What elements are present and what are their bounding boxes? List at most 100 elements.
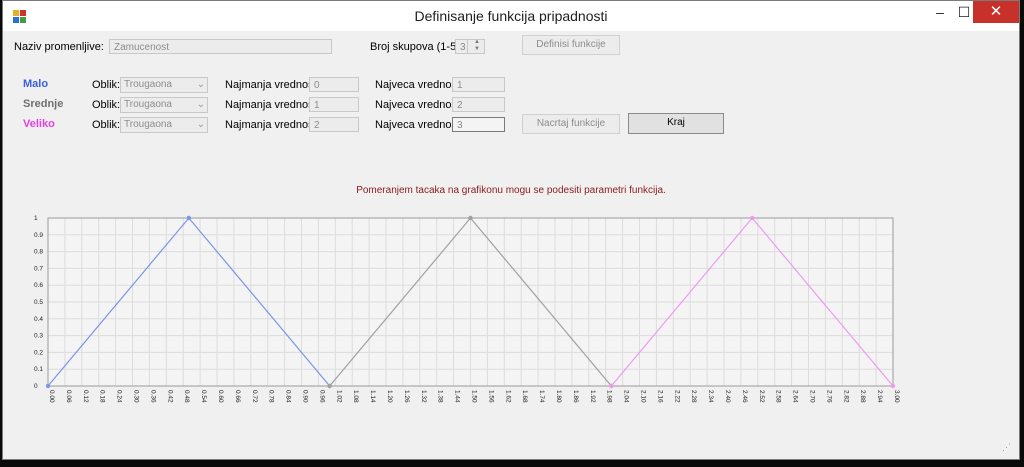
y-tick-label: 0.9 <box>34 232 43 239</box>
y-tick-label: 0.3 <box>34 333 43 340</box>
define-functions-button[interactable]: Definisi funkcije <box>522 35 620 55</box>
x-tick-label: 0.42 <box>166 390 173 403</box>
max-value-label: Najveca vrednost: <box>375 79 464 91</box>
data-point-veliko[interactable] <box>749 215 755 221</box>
max-value-label: Najveca vrednost: <box>375 99 464 111</box>
x-tick-label: 0.84 <box>285 390 292 403</box>
y-tick-label: 0.5 <box>34 299 43 306</box>
chevron-down-icon: ⌄ <box>196 79 205 90</box>
max-value-input-malo[interactable]: 1 <box>452 77 505 92</box>
x-tick-label: 0.96 <box>318 390 325 403</box>
min-value-input-srednje[interactable]: 1 <box>309 97 359 112</box>
y-tick-label: 0 <box>34 383 38 390</box>
x-tick-label: 1.32 <box>420 390 427 403</box>
max-value-input-veliko[interactable]: 3 <box>452 117 505 132</box>
x-tick-label: 0.06 <box>65 390 72 403</box>
x-tick-label: 2.34 <box>707 390 714 403</box>
x-tick-label: 1.98 <box>606 390 613 403</box>
close-button[interactable]: ✕ <box>973 1 1019 23</box>
x-tick-label: 0.66 <box>234 390 241 403</box>
data-point-veliko[interactable] <box>890 383 896 389</box>
set-count-label: Broj skupova (1-5): <box>370 41 463 53</box>
y-tick-label: 0.6 <box>34 282 43 289</box>
x-tick-label: 1.62 <box>504 390 511 403</box>
main-window: Definisanje funkcija pripadnosti – ☐ ✕ N… <box>2 0 1020 460</box>
x-tick-label: 2.22 <box>673 390 680 403</box>
draw-functions-button[interactable]: Nacrtaj funkcije <box>522 114 620 134</box>
x-tick-label: 0.30 <box>133 390 140 403</box>
x-tick-label: 2.94 <box>876 390 883 403</box>
x-tick-label: 1.08 <box>352 390 359 403</box>
x-tick-label: 0.12 <box>82 390 89 403</box>
y-tick-label: 0.1 <box>34 366 43 373</box>
set-name-malo: Malo <box>23 78 49 90</box>
data-point-srednje[interactable] <box>468 215 473 221</box>
end-button[interactable]: Kraj <box>628 113 724 134</box>
set-name-veliko: Veliko <box>23 118 55 130</box>
x-tick-label: 1.86 <box>572 390 579 403</box>
x-tick-label: 1.56 <box>487 390 494 403</box>
hint-text: Pomeranjem tacaka na grafikonu mogu se p… <box>356 185 666 196</box>
y-tick-label: 1 <box>34 215 38 222</box>
chevron-down-icon: ⌄ <box>196 99 205 110</box>
max-value-input-srednje[interactable]: 2 <box>452 97 505 112</box>
window-title: Definisanje funkcija pripadnosti <box>414 8 608 24</box>
x-tick-label: 0.72 <box>251 390 258 403</box>
x-tick-label: 1.50 <box>471 390 478 403</box>
x-tick-label: 2.58 <box>775 390 782 403</box>
min-value-label: Najmanja vrednost: <box>225 119 320 131</box>
set-count-spin-buttons[interactable]: ▲ ▼ <box>467 39 486 54</box>
x-tick-label: 1.80 <box>555 390 562 403</box>
shape-select-srednje[interactable]: Trougaona ⌄ <box>120 97 208 113</box>
x-tick-label: 2.40 <box>724 390 731 403</box>
x-tick-label: 2.88 <box>859 390 866 403</box>
x-tick-label: 0.78 <box>268 390 275 403</box>
variable-name-input[interactable]: Zamucenost <box>109 39 332 54</box>
resize-grip-icon[interactable]: ⋰ <box>1002 442 1011 453</box>
x-tick-label: 2.16 <box>656 390 663 403</box>
min-value-input-veliko[interactable]: 2 <box>309 117 359 132</box>
data-point-srednje[interactable] <box>327 383 332 389</box>
x-tick-label: 0.00 <box>48 390 55 403</box>
variable-name-label: Naziv promenljive: <box>14 41 104 53</box>
x-tick-label: 1.26 <box>403 390 410 403</box>
x-tick-label: 2.52 <box>758 390 765 403</box>
x-tick-label: 1.14 <box>369 390 376 403</box>
x-tick-label: 2.46 <box>741 390 748 403</box>
set-name-srednje: Srednje <box>23 98 64 110</box>
x-tick-label: 2.28 <box>690 390 697 403</box>
title-bar[interactable]: Definisanje funkcija pripadnosti – ☐ ✕ <box>3 1 1019 31</box>
x-tick-label: 2.76 <box>825 390 832 403</box>
shape-select-veliko[interactable]: Trougaona ⌄ <box>120 117 208 133</box>
x-tick-label: 0.60 <box>217 390 224 403</box>
shape-label: Oblik: <box>92 99 121 111</box>
spin-down-icon[interactable]: ▼ <box>468 46 486 53</box>
y-tick-label: 0.8 <box>34 249 43 256</box>
x-tick-label: 1.38 <box>437 390 444 403</box>
x-tick-label: 0.18 <box>99 390 106 403</box>
x-tick-label: 1.92 <box>589 390 596 403</box>
x-tick-label: 2.82 <box>842 390 849 403</box>
x-tick-label: 1.44 <box>454 390 461 403</box>
min-value-label: Najmanja vrednost: <box>225 79 320 91</box>
data-point-veliko[interactable] <box>609 383 614 389</box>
x-tick-label: 0.36 <box>149 390 156 403</box>
x-tick-label: 0.48 <box>183 390 190 403</box>
data-point-malo[interactable] <box>186 215 192 221</box>
x-tick-label: 0.90 <box>302 390 309 403</box>
x-tick-label: 1.68 <box>521 390 528 403</box>
x-tick-label: 1.20 <box>386 390 393 403</box>
shape-select-malo[interactable]: Trougaona ⌄ <box>120 77 208 93</box>
y-tick-label: 0.2 <box>34 349 43 356</box>
min-value-input-malo[interactable]: 0 <box>309 77 359 92</box>
x-tick-label: 0.54 <box>200 390 207 403</box>
shape-label: Oblik: <box>92 79 121 91</box>
x-tick-label: 2.64 <box>792 390 799 403</box>
x-tick-label: 2.04 <box>623 390 630 403</box>
shape-label: Oblik: <box>92 119 121 131</box>
x-tick-label: 2.70 <box>809 390 816 403</box>
membership-chart[interactable]: 0.00 0.06 0.12 0.18 0.24 0.30 0.36 0.42 0.48 0.54… <box>23 208 903 408</box>
min-value-label: Najmanja vrednost: <box>225 99 320 111</box>
data-point-malo[interactable] <box>45 383 51 389</box>
spin-up-icon[interactable]: ▲ <box>468 39 486 46</box>
